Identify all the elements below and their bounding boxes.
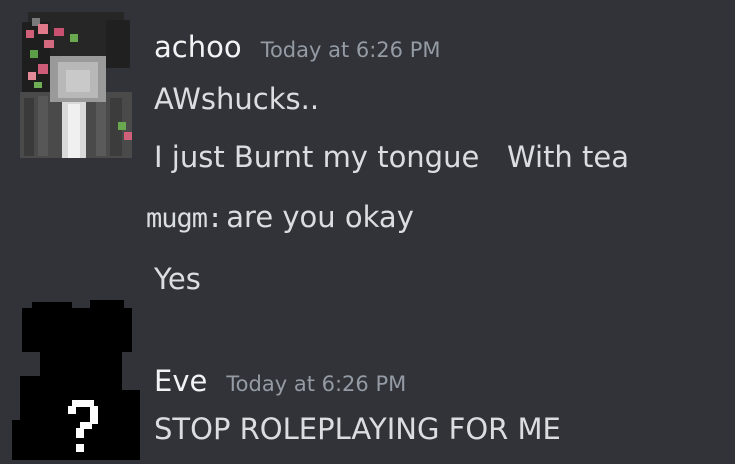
message-timestamp[interactable]: Today at 6:26 PM [226,372,406,396]
message-timestamp[interactable]: Today at 6:26 PM [261,38,441,62]
message-line: Yes [154,262,201,296]
username-achoo[interactable]: achoo [154,30,242,64]
message-line: I just Burnt my tongue With tea [154,140,630,174]
message-line: AWshucks.. [154,82,320,116]
message-line-inline: mugm: are you okay [146,200,414,234]
inline-text: are you okay [226,200,414,234]
inline-prefix: mugm: [146,203,223,234]
username-eve[interactable]: Eve [154,364,207,398]
message-line: STOP ROLEPLAYING FOR ME [154,412,561,446]
message-header: Eve Today at 6:26 PM [154,364,406,398]
message-header: achoo Today at 6:26 PM [154,30,441,64]
message-group-eve: Eve Today at 6:26 PM STOP ROLEPLAYING FO… [0,300,735,460]
minecraft-skin-avatar-icon[interactable] [10,8,138,158]
silhouette-question-avatar-icon[interactable] [10,300,140,460]
message-group-achoo: achoo Today at 6:26 PM AWshucks.. I just… [0,0,735,300]
